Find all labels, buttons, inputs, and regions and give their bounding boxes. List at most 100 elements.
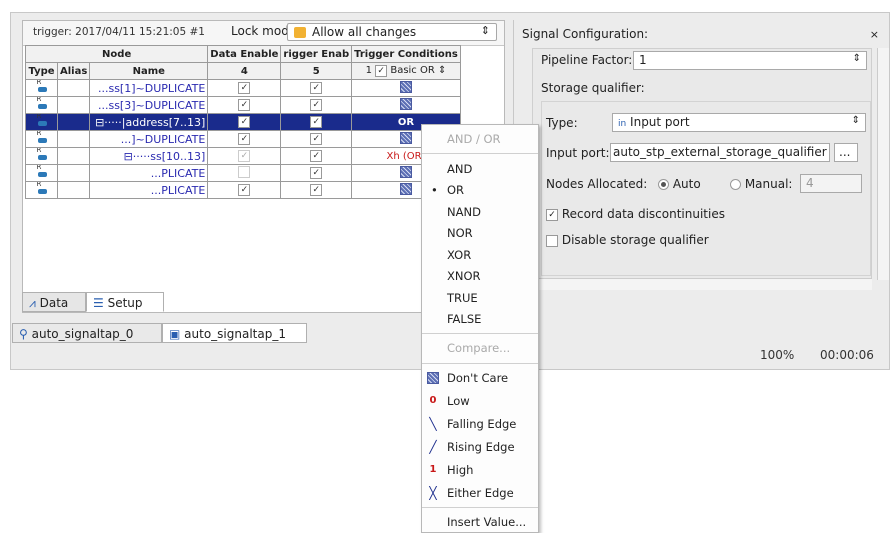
checkbox[interactable] (546, 208, 558, 221)
pipeline-factor-value: 1 (639, 53, 647, 67)
checkbox[interactable] (238, 82, 251, 94)
table-row[interactable]: ⊟·····ss[10..13] Xh (OR) (25, 147, 461, 165)
checkbox[interactable] (310, 116, 323, 128)
menu-separator (422, 507, 538, 508)
manual-radio[interactable]: Manual: (730, 177, 792, 191)
menu-item-nand[interactable]: NAND (422, 202, 538, 222)
horizontal-scrollbar[interactable] (532, 278, 872, 290)
pipeline-factor-select[interactable]: 1 ⇕ (633, 51, 867, 70)
signal-configuration-panel: Signal Configuration: × Pipeline Factor:… (513, 20, 889, 290)
close-icon[interactable]: × (870, 28, 879, 41)
data-enable-cell[interactable] (207, 181, 282, 199)
checkbox[interactable] (238, 165, 251, 178)
disable-storage-qualifier-label: Disable storage qualifier (561, 233, 709, 247)
alias-header[interactable]: Alias (56, 62, 91, 80)
data-enable-cell[interactable] (207, 147, 282, 165)
trigger-enable-cell[interactable] (280, 79, 353, 97)
select-arrows-icon: ⇕ (480, 24, 490, 37)
checkbox[interactable] (238, 184, 251, 196)
menu-item-dont-care[interactable]: Don't Care (422, 368, 538, 388)
checkbox[interactable] (310, 99, 323, 111)
trigger-condition-cell[interactable] (351, 96, 461, 114)
top-bar: trigger: 2017/04/11 15:21:05 #1 Lock mod… (23, 21, 504, 46)
menu-item-or[interactable]: • OR (422, 180, 538, 200)
table-row[interactable]: ...PLICATE (25, 181, 461, 199)
data-enable-header[interactable]: Data Enable (207, 45, 282, 63)
data-enable-cell[interactable] (207, 96, 282, 114)
menu-item-rising-edge[interactable]: ╱ Rising Edge (422, 437, 538, 457)
signal-type-icon (36, 183, 48, 195)
menu-item-xnor[interactable]: XNOR (422, 266, 538, 286)
menu-item-low[interactable]: 0 Low (422, 391, 538, 411)
radio-button[interactable] (658, 179, 669, 190)
browse-button[interactable]: ... (834, 143, 858, 162)
auto-radio[interactable]: Auto (658, 177, 701, 191)
checkbox[interactable] (238, 133, 251, 145)
table-row[interactable]: ...ss[3]~DUPLICATE (25, 96, 461, 114)
tab-setup[interactable]: ☰ Setup (86, 292, 164, 312)
table-row[interactable]: ...PLICATE (25, 164, 461, 182)
trigger-enable-cell[interactable] (280, 96, 353, 114)
radio-button[interactable] (730, 179, 741, 190)
trigger-enable-cell[interactable] (280, 181, 353, 199)
table-row-selected[interactable]: ⊟·····|address[7..13] OR (25, 113, 461, 131)
manual-nodes-spinner[interactable]: 4 (800, 174, 862, 193)
table-row[interactable]: ...]~DUPLICATE (25, 130, 461, 148)
checkbox[interactable] (310, 167, 323, 179)
table-row[interactable]: ...ss[1]~DUPLICATE (25, 79, 461, 97)
data-enable-cell[interactable] (207, 130, 282, 148)
menu-item-insert-value[interactable]: Insert Value... (422, 512, 538, 532)
panel-title: Signal Configuration: (522, 27, 649, 41)
select-arrows-icon: ⇕ (851, 115, 860, 126)
record-discontinuities-checkbox[interactable]: Record data discontinuities (546, 207, 725, 221)
lock-mode-select[interactable]: Allow all changes ⇕ (287, 23, 497, 41)
type-select[interactable]: in Input port ⇕ (612, 113, 866, 132)
checkbox[interactable] (310, 133, 323, 145)
trigger-enable-cell[interactable] (280, 164, 353, 182)
data-enable-cell[interactable] (207, 164, 282, 182)
disable-storage-qualifier-checkbox[interactable]: Disable storage qualifier (546, 233, 709, 247)
alias-cell (56, 113, 91, 131)
dont-care-icon (399, 131, 412, 144)
checkbox[interactable] (238, 99, 251, 111)
checkbox[interactable] (310, 150, 323, 162)
menu-item-true[interactable]: TRUE (422, 288, 538, 308)
trigger-cond-checkbox[interactable] (375, 65, 388, 77)
trigger-enable-header[interactable]: rigger Enab (280, 45, 353, 63)
menu-item-false[interactable]: FALSE (422, 309, 538, 329)
dont-care-icon (399, 97, 412, 110)
menu-item-xor[interactable]: XOR (422, 245, 538, 265)
lock-mode-value: Allow all changes (312, 25, 417, 39)
trigger-enable-cell[interactable] (280, 147, 353, 165)
trigger-enable-cell[interactable] (280, 113, 353, 131)
data-enable-cell[interactable] (207, 79, 282, 97)
menu-header-and-or: AND / OR (447, 132, 501, 146)
tab-instance-0[interactable]: ⚲ auto_signaltap_0 (12, 323, 162, 343)
trigger-cond-mode[interactable]: 1 Basic OR ⇕ (351, 62, 461, 80)
checkbox[interactable] (310, 82, 323, 94)
checkbox[interactable] (546, 234, 558, 247)
vertical-scrollbar[interactable] (877, 48, 889, 280)
trigger-enable-cell[interactable] (280, 130, 353, 148)
manual-label: Manual: (744, 177, 793, 191)
tab-data[interactable]: ⩘ Data (22, 292, 86, 312)
data-enable-cell[interactable] (207, 113, 282, 131)
checkbox[interactable] (310, 184, 323, 196)
menu-item-nor[interactable]: NOR (422, 223, 538, 243)
checkbox[interactable] (238, 150, 251, 162)
name-header[interactable]: Name (89, 62, 209, 80)
trigger-conditions-header[interactable]: Trigger Conditions (351, 45, 461, 63)
tab-instance-1[interactable]: ▣ auto_signaltap_1 (162, 323, 307, 343)
alias-cell (56, 96, 91, 114)
checkbox[interactable] (238, 116, 251, 128)
type-header[interactable]: Type (25, 62, 58, 80)
name-cell: ⊟·····ss[10..13] (89, 147, 209, 165)
menu-item-and[interactable]: AND (422, 159, 538, 179)
type-cell (25, 79, 58, 97)
trigger-condition-cell[interactable] (351, 79, 461, 97)
menu-item-high[interactable]: 1 High (422, 460, 538, 480)
menu-item-either-edge[interactable]: ╳ Either Edge (422, 483, 538, 503)
input-port-field[interactable]: auto_stp_external_storage_qualifier (610, 143, 830, 162)
select-arrows-icon: ⇕ (852, 53, 861, 64)
menu-item-falling-edge[interactable]: ╲ Falling Edge (422, 414, 538, 434)
